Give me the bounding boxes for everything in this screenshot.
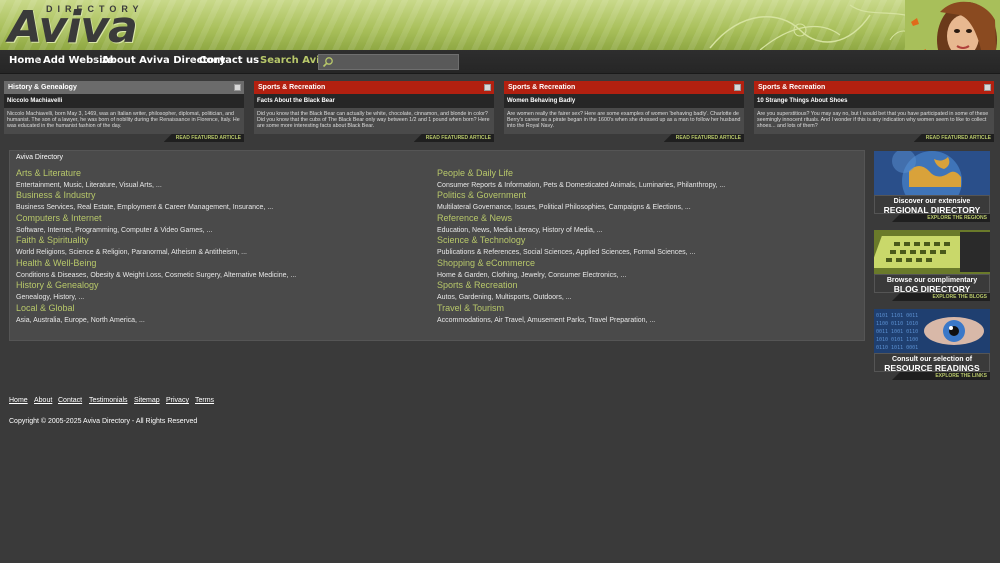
svg-text:0110 1011 0001: 0110 1011 0001 — [876, 345, 918, 351]
main-navigation: Home • Add Website • About Aviva Directo… — [0, 50, 1000, 74]
panel-toggle-icon[interactable] — [734, 84, 741, 91]
subcategory-list: Accommodations, Air Travel, Amusement Pa… — [437, 317, 656, 324]
panel-category-label: History & Genealogy — [8, 84, 77, 91]
panel-toggle-icon[interactable] — [234, 84, 241, 91]
featured-article-panel: Sports & Recreation Facts About the Blac… — [254, 81, 494, 142]
panel-title[interactable]: Women Behaving Badly — [504, 94, 744, 108]
panel-body: Did you know that the Black Bear can act… — [254, 108, 494, 134]
ad-caption: Discover our extensive REGIONAL DIRECTOR… — [874, 195, 990, 215]
panel-toggle-icon[interactable] — [984, 84, 991, 91]
featured-article-panel: Sports & Recreation 10 Strange Things Ab… — [754, 81, 994, 142]
panel-body: Are you superstitious? You may say no, b… — [754, 108, 994, 134]
featured-article-panel: Sports & Recreation Women Behaving Badly… — [504, 81, 744, 142]
directory-categories: Aviva Directory Arts & Literature Entert… — [9, 150, 865, 341]
read-featured-article-link[interactable]: READ FEATURED ARTICLE — [913, 134, 994, 142]
footer-about-link[interactable]: About — [34, 397, 52, 404]
svg-text:0011 1001 0110: 0011 1001 0110 — [876, 329, 918, 335]
explore-regions-link[interactable]: EXPLORE THE REGIONS — [892, 214, 990, 222]
ad-caption-line1: Browse our complimentary — [886, 277, 978, 284]
site-logo[interactable]: Aviva — [8, 6, 138, 50]
resource-readings-ad[interactable]: 0101 1101 0011 1100 0110 1010 0011 1001 01… — [874, 309, 990, 380]
ad-caption-line2: REGIONAL DIRECTORY — [883, 205, 981, 215]
eye-image: 0101 1101 0011 1100 0110 1010 0011 1001 01… — [874, 309, 990, 353]
category-link[interactable]: Reference & News — [437, 213, 512, 223]
footer-testimonials-link[interactable]: Testimonials — [89, 397, 128, 404]
ad-caption-line2: RESOURCE READINGS — [884, 363, 980, 373]
nav-separator: • — [191, 55, 195, 66]
read-featured-article-link[interactable]: READ FEATURED ARTICLE — [163, 134, 244, 142]
svg-text:0101 1101 0011: 0101 1101 0011 — [876, 313, 918, 319]
category-link[interactable]: Sports & Recreation — [437, 280, 518, 290]
category-link[interactable]: Science & Technology — [437, 235, 525, 245]
read-featured-article-link[interactable]: READ FEATURED ARTICLE — [413, 134, 494, 142]
category-link[interactable]: Local & Global — [16, 303, 75, 313]
subcategory-list: Asia, Australia, Europe, North America, … — [16, 317, 145, 324]
directory-title: Aviva Directory — [16, 154, 63, 161]
panel-toggle-icon[interactable] — [484, 84, 491, 91]
explore-blogs-link[interactable]: EXPLORE THE BLOGS — [892, 293, 990, 301]
panel-category: Sports & Recreation — [254, 81, 494, 94]
search-icon — [322, 57, 333, 68]
panel-category: Sports & Recreation — [754, 81, 994, 94]
explore-links-link[interactable]: EXPLORE THE LINKS — [892, 372, 990, 380]
ad-caption-line2: BLOG DIRECTORY — [893, 284, 971, 294]
panel-category-label: Sports & Recreation — [758, 84, 826, 91]
category-item: Travel & Tourism Accommodations, Air Tra… — [437, 298, 847, 326]
copyright-text: Copyright © 2005-2025 Aviva Directory - … — [9, 418, 198, 425]
category-link[interactable]: History & Genealogy — [16, 280, 99, 290]
panel-category-label: Sports & Recreation — [258, 84, 326, 91]
footer-home-link[interactable]: Home — [9, 397, 28, 404]
blog-directory-ad[interactable]: Browse our complimentary BLOG DIRECTORY … — [874, 230, 990, 301]
category-link[interactable]: Computers & Internet — [16, 213, 102, 223]
category-link[interactable]: Shopping & eCommerce — [437, 258, 535, 268]
footer-contact-link[interactable]: Contact — [58, 397, 82, 404]
nav-contact-link[interactable]: Contact us — [199, 55, 259, 66]
category-link[interactable]: Arts & Literature — [16, 168, 81, 178]
decorative-swirls — [709, 4, 931, 50]
category-link[interactable]: Politics & Government — [437, 190, 526, 200]
panel-category: Sports & Recreation — [504, 81, 744, 94]
panel-body: Niccolo Machiavelli, born May 3, 1469, w… — [4, 108, 244, 134]
nav-separator: • — [35, 55, 39, 66]
footer-terms-link[interactable]: Terms — [195, 397, 214, 404]
panel-title[interactable]: Niccolo Machiavelli — [4, 94, 244, 108]
category-item: Local & Global Asia, Australia, Europe, … — [16, 298, 426, 326]
search-input[interactable] — [318, 54, 459, 70]
category-link[interactable]: Business & Industry — [16, 190, 96, 200]
panel-title[interactable]: 10 Strange Things About Shoes — [754, 94, 994, 108]
ad-caption: Browse our complimentary BLOG DIRECTORY — [874, 274, 990, 294]
category-link[interactable]: Travel & Tourism — [437, 303, 504, 313]
keyboard-image — [874, 230, 990, 274]
ad-caption-line1: Discover our extensive — [893, 198, 971, 205]
panel-title[interactable]: Facts About the Black Bear — [254, 94, 494, 108]
site-footer: Home About Contact Testimonials Sitemap … — [0, 388, 1000, 563]
category-link[interactable]: Health & Well-Being — [16, 258, 96, 268]
nav-separator: • — [94, 55, 98, 66]
site-header: DIRECTORY Aviva — [0, 0, 1000, 50]
featured-article-panel: History & Genealogy Niccolo Machiavelli … — [4, 81, 244, 142]
category-link[interactable]: Faith & Spirituality — [16, 235, 89, 245]
svg-text:1100 0110 1010: 1100 0110 1010 — [876, 321, 918, 327]
panel-category: History & Genealogy — [4, 81, 244, 94]
footer-sitemap-link[interactable]: Sitemap — [134, 397, 160, 404]
panel-body: Are women really the fairer sex? Here ar… — [504, 108, 744, 134]
footer-privacy-link[interactable]: Privacy — [166, 397, 189, 404]
globe-image — [874, 151, 990, 195]
ad-caption-line1: Consult our selection of — [891, 356, 973, 363]
ad-caption: Consult our selection of RESOURCE READIN… — [874, 353, 990, 373]
svg-text:1010 0101 1100: 1010 0101 1100 — [876, 337, 918, 343]
regional-directory-ad[interactable]: Discover our extensive REGIONAL DIRECTOR… — [874, 151, 990, 222]
category-link[interactable]: People & Daily Life — [437, 168, 513, 178]
read-featured-article-link[interactable]: READ FEATURED ARTICLE — [663, 134, 744, 142]
panel-category-label: Sports & Recreation — [508, 84, 576, 91]
